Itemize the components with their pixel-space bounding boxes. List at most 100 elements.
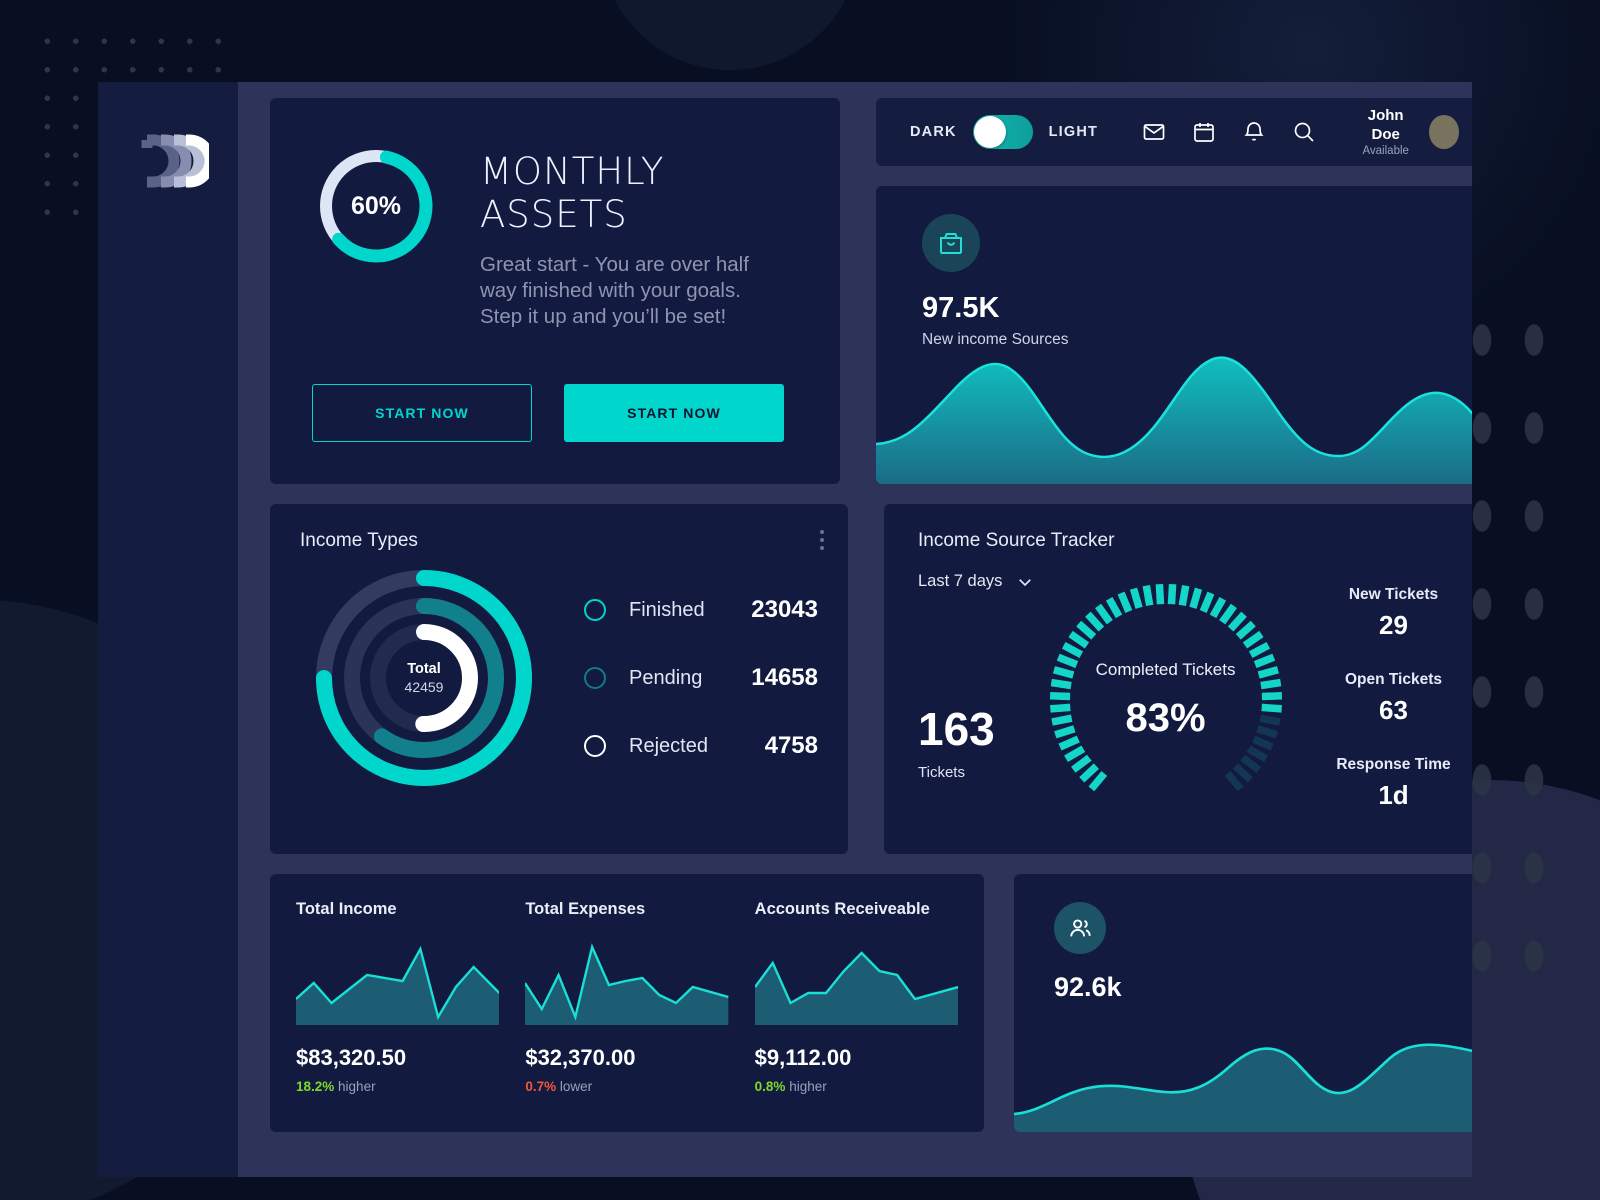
date-range-select[interactable]: Last 7 days <box>918 572 1034 591</box>
stat-accounts-receivable: Accounts Receiveable $9,112.00 0.8% high… <box>755 900 958 1132</box>
legend-label-pending: Pending <box>629 667 751 690</box>
income-types-rings-chart: Total 42459 <box>304 558 544 798</box>
stat-total-income-delta: 18.2% higher <box>296 1079 499 1094</box>
tickets-value: 163 <box>918 706 995 752</box>
progress-ring: 60% <box>312 142 440 270</box>
stat-accounts-receivable-delta-word: higher <box>789 1079 827 1094</box>
legend-item-finished[interactable]: Finished 23043 <box>584 596 818 624</box>
income-types-legend: Finished 23043 Pending 14658 Rejected 47… <box>584 596 818 760</box>
stat-total-income-sparkline <box>296 941 499 1025</box>
user-name: John Doe <box>1356 107 1415 145</box>
donut-center-value: 42459 <box>405 679 444 695</box>
metric-new-tickets-value: 29 <box>1336 610 1450 641</box>
stat-total-income-delta-pct: 18.2% <box>296 1079 334 1094</box>
light-mode-label: LIGHT <box>1049 124 1099 140</box>
users-icon <box>1067 915 1094 942</box>
shopping-bag-icon-wrap <box>922 214 980 272</box>
legend-dot-finished <box>584 599 606 621</box>
calendar-icon[interactable] <box>1192 120 1216 144</box>
stat-total-income-delta-word: higher <box>338 1079 376 1094</box>
metric-open-tickets: Open Tickets 63 <box>1336 671 1450 726</box>
legend-dot-pending <box>584 667 606 689</box>
users-value: 92.6k <box>1054 972 1472 1003</box>
income-source-tracker-card: Income Source Tracker Last 7 days 163 Ti… <box>884 504 1472 854</box>
income-types-title: Income Types <box>300 530 818 552</box>
tracker-metrics: New Tickets 29 Open Tickets 63 Response … <box>1336 586 1450 815</box>
assets-title: MONTHLY ASSETS <box>480 150 798 236</box>
row-top: 60% MONTHLY ASSETS Great start - You are… <box>270 98 1472 484</box>
bell-icon[interactable] <box>1242 120 1266 144</box>
app-window: 60% MONTHLY ASSETS Great start - You are… <box>98 82 1472 1177</box>
dd-logo-icon[interactable] <box>127 130 209 192</box>
row-middle: Income Types <box>270 504 1472 854</box>
metric-response-time: Response Time 1d <box>1336 756 1450 811</box>
legend-value-rejected: 4758 <box>765 732 818 760</box>
users-card: 92.6k <box>1014 874 1472 1132</box>
assets-description: Great start - You are over half way fini… <box>480 252 780 330</box>
stat-accounts-receivable-delta: 0.8% higher <box>755 1079 958 1094</box>
kebab-menu-icon[interactable] <box>820 530 824 554</box>
toggle-knob <box>974 116 1006 148</box>
main-content: 60% MONTHLY ASSETS Great start - You are… <box>238 82 1472 1177</box>
dot-grid-right <box>1456 296 1576 996</box>
gauge-percent: 83% <box>1126 696 1206 741</box>
stat-total-income: Total Income $83,320.50 18.2% higher <box>296 900 499 1132</box>
metric-open-tickets-label: Open Tickets <box>1336 671 1450 689</box>
user-status: Available <box>1356 145 1415 157</box>
metric-response-time-value: 1d <box>1336 780 1450 811</box>
monthly-assets-card: 60% MONTHLY ASSETS Great start - You are… <box>270 98 840 484</box>
completed-tickets-gauge: Completed Tickets 83% <box>1041 575 1291 825</box>
date-range-label: Last 7 days <box>918 572 1002 591</box>
stat-total-expenses: Total Expenses $32,370.00 0.7% lower <box>525 900 728 1132</box>
stat-total-income-value: $83,320.50 <box>296 1045 499 1071</box>
sidebar <box>98 82 238 1177</box>
start-now-solid-button[interactable]: START NOW <box>564 384 784 442</box>
financial-stats-card: Total Income $83,320.50 18.2% higher <box>270 874 984 1132</box>
stat-accounts-receivable-sparkline <box>755 941 958 1025</box>
donut-center-label: Total <box>407 661 441 677</box>
theme-toggle[interactable] <box>973 115 1033 149</box>
stat-accounts-receivable-value: $9,112.00 <box>755 1045 958 1071</box>
tickets-caption: Tickets <box>918 764 995 781</box>
legend-item-rejected[interactable]: Rejected 4758 <box>584 732 818 760</box>
legend-value-finished: 23043 <box>751 596 818 624</box>
gauge-caption: Completed Tickets <box>1096 660 1236 680</box>
top-right-column: DARK LIGHT <box>876 98 1472 484</box>
progress-percent: 60% <box>312 142 440 270</box>
income-sources-wave-chart <box>876 324 1472 484</box>
row-bottom: Total Income $83,320.50 18.2% higher <box>270 874 1472 1132</box>
stat-total-expenses-delta: 0.7% lower <box>525 1079 728 1094</box>
tickets-summary: 163 Tickets <box>918 620 995 781</box>
mail-icon[interactable] <box>1142 120 1166 144</box>
chevron-down-icon <box>1016 573 1034 591</box>
metric-new-tickets: New Tickets 29 <box>1336 586 1450 641</box>
avatar[interactable] <box>1429 115 1458 149</box>
legend-dot-rejected <box>584 735 606 757</box>
legend-value-pending: 14658 <box>751 664 818 692</box>
tracker-title: Income Source Tracker <box>918 530 1451 552</box>
legend-label-finished: Finished <box>629 599 751 622</box>
stat-total-expenses-sparkline <box>525 941 728 1025</box>
search-icon[interactable] <box>1292 120 1316 144</box>
legend-label-rejected: Rejected <box>629 735 765 758</box>
stat-accounts-receivable-delta-pct: 0.8% <box>755 1079 786 1094</box>
stat-total-expenses-value: $32,370.00 <box>525 1045 728 1071</box>
legend-item-pending[interactable]: Pending 14658 <box>584 664 818 692</box>
new-income-sources-card: 97.5K New income Sources <box>876 186 1472 484</box>
income-types-card: Income Types <box>270 504 848 854</box>
stat-accounts-receivable-title: Accounts Receiveable <box>755 900 958 919</box>
stat-total-expenses-delta-word: lower <box>560 1079 592 1094</box>
metric-response-time-label: Response Time <box>1336 756 1450 774</box>
income-sources-value: 97.5K <box>922 292 1472 325</box>
users-growth-wave-chart <box>1014 1002 1472 1132</box>
metric-new-tickets-label: New Tickets <box>1336 586 1450 604</box>
dark-mode-label: DARK <box>910 124 957 140</box>
top-header-bar: DARK LIGHT <box>876 98 1472 166</box>
user-profile[interactable]: John Doe Available <box>1356 107 1459 157</box>
metric-open-tickets-value: 63 <box>1336 695 1450 726</box>
shopping-bag-icon <box>936 228 966 258</box>
background-circle-top <box>600 0 860 70</box>
stat-total-expenses-delta-pct: 0.7% <box>525 1079 556 1094</box>
users-icon-wrap <box>1054 902 1106 954</box>
start-now-outline-button[interactable]: START NOW <box>312 384 532 442</box>
